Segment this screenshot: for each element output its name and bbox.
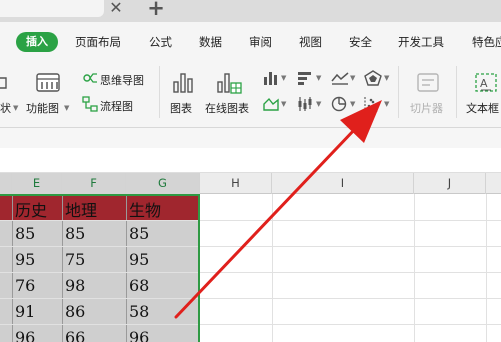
column-header-f[interactable]: F [62, 173, 126, 194]
ribbon-separator [159, 66, 160, 118]
textbox-icon[interactable]: A [474, 70, 500, 96]
slicer-icon[interactable] [415, 70, 441, 96]
radar-chart-icon[interactable] [364, 70, 382, 86]
cell[interactable]: 66 [62, 328, 85, 342]
cell-g-header[interactable]: 生物 [126, 197, 161, 221]
menu-bar: 插入 页面布局 公式 数据 审阅 视图 安全 开发工具 特色应 [0, 22, 501, 62]
cell[interactable]: 91 [12, 302, 35, 321]
ribbon-toolbar: 状 ▼ 功能图 ▼ 思维导图 流程图 图表 在线图表 ▼ ▼ ▼ ▼ ▼ ▼ ▼… [0, 62, 501, 128]
chart-label[interactable]: 图表 [170, 100, 192, 116]
menu-tab-formulas[interactable]: 公式 [149, 32, 172, 52]
shape-icon[interactable] [0, 70, 12, 92]
column-header-e[interactable]: E [12, 173, 62, 194]
shape-label: 状 [0, 102, 11, 115]
shape-dropdown-caret[interactable]: ▼ [13, 104, 18, 112]
toolbar-band [0, 128, 501, 148]
mindmap-icon[interactable] [82, 70, 98, 86]
line-chart-caret[interactable]: ▼ [350, 74, 355, 82]
new-tab-icon[interactable]: + [144, 0, 168, 19]
pie-chart-caret[interactable]: ▼ [350, 100, 355, 108]
menu-tab-developer[interactable]: 开发工具 [398, 32, 444, 52]
stock-chart-icon[interactable] [297, 96, 313, 112]
document-tab-strip: ✕ + [0, 0, 501, 22]
cell[interactable]: 96 [126, 328, 149, 342]
mindmap-label[interactable]: 思维导图 [100, 72, 144, 88]
cell-e-header[interactable]: 历史 [12, 197, 47, 221]
textbox-label[interactable]: 文本框 [466, 100, 499, 116]
bar-chart-caret[interactable]: ▼ [316, 74, 321, 82]
column-header-row: E F G H I J [0, 173, 501, 194]
column-header-d[interactable] [0, 173, 12, 194]
function-chart-label[interactable]: 功能图 [26, 100, 59, 116]
radar-chart-caret[interactable]: ▼ [384, 74, 389, 82]
menu-tab-insert[interactable]: 插入 [16, 32, 58, 52]
area-chart-icon[interactable] [263, 96, 279, 112]
column-header-h[interactable]: H [200, 173, 272, 194]
online-chart-label[interactable]: 在线图表 [205, 100, 249, 116]
cell[interactable]: 85 [62, 224, 85, 243]
cell[interactable]: 68 [126, 276, 149, 295]
flowchart-label[interactable]: 流程图 [100, 98, 133, 114]
function-chart-icon[interactable] [34, 70, 62, 96]
document-tab[interactable] [0, 0, 104, 17]
scatter-chart-icon[interactable] [364, 96, 380, 112]
line-chart-icon[interactable] [331, 70, 349, 86]
close-tab-icon[interactable]: ✕ [107, 0, 125, 17]
spreadsheet-grid[interactable]: 历史 地理 生物 85 85 85 95 75 95 76 98 68 91 8… [0, 194, 501, 342]
area-chart-caret[interactable]: ▼ [281, 100, 286, 108]
ribbon-separator [398, 66, 399, 118]
menu-tab-special[interactable]: 特色应 [472, 32, 501, 52]
chart-icon[interactable] [170, 70, 196, 96]
cell[interactable]: 98 [62, 276, 85, 295]
bar-chart-icon[interactable] [297, 70, 313, 86]
column-chart-caret[interactable]: ▼ [281, 74, 286, 82]
column-header-g[interactable]: G [126, 173, 200, 194]
slicer-label[interactable]: 切片器 [410, 100, 443, 116]
cell[interactable]: 95 [126, 250, 149, 269]
column-header-i[interactable]: I [272, 173, 414, 194]
svg-text:A: A [480, 77, 488, 90]
cell[interactable]: 75 [62, 250, 85, 269]
cell[interactable]: 95 [12, 250, 35, 269]
menu-tab-page-layout[interactable]: 页面布局 [75, 32, 121, 52]
cell[interactable]: 76 [12, 276, 35, 295]
stock-chart-caret[interactable]: ▼ [316, 100, 321, 108]
column-chart-icon[interactable] [263, 70, 279, 86]
cell[interactable]: 85 [126, 224, 149, 243]
scatter-chart-caret[interactable]: ▼ [384, 100, 389, 108]
menu-tab-data[interactable]: 数据 [199, 32, 222, 52]
menu-tab-security[interactable]: 安全 [349, 32, 372, 52]
cell[interactable]: 85 [12, 224, 35, 243]
online-chart-icon[interactable] [215, 70, 243, 96]
function-chart-dropdown-caret[interactable]: ▼ [64, 104, 69, 112]
cell[interactable]: 86 [62, 302, 85, 321]
pie-chart-icon[interactable] [331, 96, 347, 112]
cell-f-header[interactable]: 地理 [62, 197, 97, 221]
menu-tab-view[interactable]: 视图 [299, 32, 322, 52]
menu-tab-review[interactable]: 审阅 [249, 32, 272, 52]
column-header-j[interactable]: J [414, 173, 486, 194]
ribbon-separator [456, 66, 457, 118]
flowchart-icon[interactable] [82, 96, 98, 112]
cell[interactable]: 58 [126, 302, 149, 321]
formula-bar[interactable] [0, 148, 501, 173]
cell[interactable]: 96 [12, 328, 35, 342]
